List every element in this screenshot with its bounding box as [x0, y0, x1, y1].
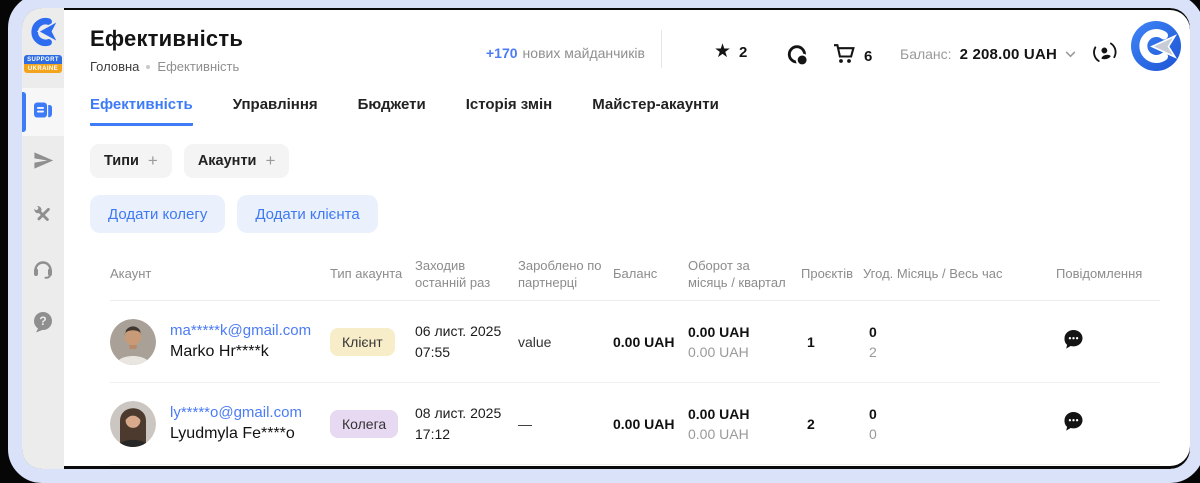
table-row: ma*****k@gmail.com Marko Hr****k Клієнт …: [110, 301, 1160, 383]
col-earned: Зароблено по партнерці: [518, 258, 613, 292]
new-platforms-link[interactable]: +170 нових майданчиків: [486, 45, 645, 61]
balance-value: 2 208.00 UAH: [960, 46, 1057, 63]
filter-types-label: Типи: [104, 153, 139, 169]
avatar: [110, 401, 156, 447]
favorites-button[interactable]: ★ 2: [714, 42, 747, 62]
tab-history[interactable]: Історія змін: [466, 96, 552, 126]
brand-c-arrow-icon: [27, 16, 59, 53]
projects-count: 1: [801, 334, 863, 350]
account-type-badge: Колега: [330, 410, 398, 438]
turnover-quarter: 0.00 UAH: [688, 426, 801, 442]
last-visit-time: 17:12: [415, 424, 518, 445]
deals-month: 0: [869, 324, 1056, 340]
profile-logo-button[interactable]: [1130, 20, 1182, 72]
col-messages: Повідомлення: [1056, 266, 1160, 283]
col-balance: Баланс: [613, 266, 688, 283]
account-name: Marko Hr****k: [170, 343, 311, 361]
account-email-link[interactable]: ma*****k@gmail.com: [170, 322, 311, 339]
account-name: Lyudmyla Fe****o: [170, 425, 302, 443]
sidebar-item-feed[interactable]: [22, 88, 64, 136]
voice-notification-icon[interactable]: [1092, 40, 1118, 71]
sidebar-item-send[interactable]: [22, 139, 64, 187]
sidebar-item-support[interactable]: [22, 246, 64, 294]
headphones-icon: [31, 256, 55, 285]
last-visit-date: 08 лист. 2025: [415, 403, 518, 424]
deals-total: 0: [869, 426, 1056, 442]
cart-button[interactable]: 6: [832, 42, 872, 70]
action-bar: Додати колегу Додати клієнта: [90, 195, 1162, 233]
turnover-quarter: 0.00 UAH: [688, 344, 801, 360]
svg-text:?: ?: [39, 314, 46, 328]
sidebar-item-tools[interactable]: [22, 193, 64, 241]
turnover-month: 0.00 UAH: [688, 406, 801, 422]
balance-cell: 0.00 UAH: [613, 416, 688, 432]
support-ukraine-badge: SUPPORT UKRAINE: [24, 55, 62, 73]
support-label: SUPPORT: [24, 55, 62, 64]
last-visit-date: 06 лист. 2025: [415, 321, 518, 342]
deals-total: 2: [869, 344, 1056, 360]
tools-icon: [32, 203, 55, 231]
turnover-month: 0.00 UAH: [688, 324, 801, 340]
add-client-button[interactable]: Додати клієнта: [237, 195, 377, 233]
col-projects: Проєктів: [801, 266, 863, 283]
table-row: ly*****o@gmail.com Lyudmyla Fe****o Коле…: [110, 383, 1160, 465]
paper-plane-icon: [32, 149, 55, 177]
balance-label: Баланс:: [900, 46, 952, 62]
app-window: SUPPORT UKRAINE: [8, 0, 1200, 483]
plus-icon: +: [148, 151, 158, 171]
accounts-table: Акаунт Тип акаунта Заходив останній раз …: [110, 249, 1160, 465]
sidebar-item-help[interactable]: ?: [22, 300, 64, 348]
tab-efficiency[interactable]: Ефективність: [90, 96, 193, 126]
avatar: [110, 319, 156, 365]
help-bubble-icon: ?: [31, 310, 55, 339]
cart-icon: [832, 42, 856, 70]
col-account: Акаунт: [110, 266, 330, 283]
table-header: Акаунт Тип акаунта Заходив останній раз …: [110, 249, 1160, 301]
earned-value: value: [518, 334, 613, 350]
new-platforms-label: нових майданчиків: [523, 45, 645, 61]
message-bubble-icon[interactable]: [1062, 410, 1085, 438]
topbar: Ефективність Головна Ефективність +170но…: [90, 8, 1162, 92]
projects-count: 2: [801, 416, 863, 432]
chevron-down-icon: [1065, 45, 1076, 63]
main-content: Ефективність Головна Ефективність +170 но…: [64, 8, 1190, 469]
filter-accounts[interactable]: Акаунти +: [184, 144, 290, 178]
breadcrumb-separator: [146, 65, 150, 69]
feed-icon: [31, 98, 55, 127]
balance-cell: 0.00 UAH: [613, 334, 688, 350]
tab-bar: Ефективність Управління Бюджети Історія …: [90, 96, 1162, 126]
col-turnover: Оборот за місяць / квартал: [688, 258, 801, 292]
plus-icon: +: [265, 151, 275, 171]
col-last-visit: Заходив останній раз: [415, 258, 518, 292]
filter-types[interactable]: Типи +: [90, 144, 172, 178]
favorites-count: 2: [739, 44, 747, 61]
cart-count: 6: [864, 48, 872, 65]
ukraine-label: UKRAINE: [24, 64, 62, 73]
filter-bar: Типи + Акаунти +: [90, 144, 1162, 178]
chat-button[interactable]: [786, 44, 810, 73]
filter-accounts-label: Акаунти: [198, 153, 257, 169]
brand-logo: SUPPORT UKRAINE: [22, 16, 64, 73]
chat-bubble-icon: [786, 44, 810, 73]
add-colleague-button[interactable]: Додати колегу: [90, 195, 225, 233]
balance-dropdown[interactable]: Баланс: 2 208.00 UAH: [900, 45, 1076, 63]
tab-management[interactable]: Управління: [233, 96, 318, 126]
account-email-link[interactable]: ly*****o@gmail.com: [170, 404, 302, 421]
sidebar: SUPPORT UKRAINE: [22, 8, 64, 469]
col-deals: Угод. Місяць / Весь час: [863, 266, 1056, 283]
deals-month: 0: [869, 406, 1056, 422]
col-type: Тип акаунта: [330, 266, 415, 283]
breadcrumb-current: Ефективність: [157, 59, 239, 74]
tab-master-accounts[interactable]: Майстер-акаунти: [592, 96, 719, 126]
tab-budgets[interactable]: Бюджети: [358, 96, 426, 126]
star-icon: ★: [714, 42, 731, 62]
message-bubble-icon[interactable]: [1062, 328, 1085, 356]
account-type-badge: Клієнт: [330, 328, 395, 356]
topbar-divider: [661, 30, 662, 68]
new-platforms-count: +170: [486, 45, 518, 61]
earned-value: —: [518, 416, 613, 432]
breadcrumb-home[interactable]: Головна: [90, 59, 139, 74]
last-visit-time: 07:55: [415, 342, 518, 363]
